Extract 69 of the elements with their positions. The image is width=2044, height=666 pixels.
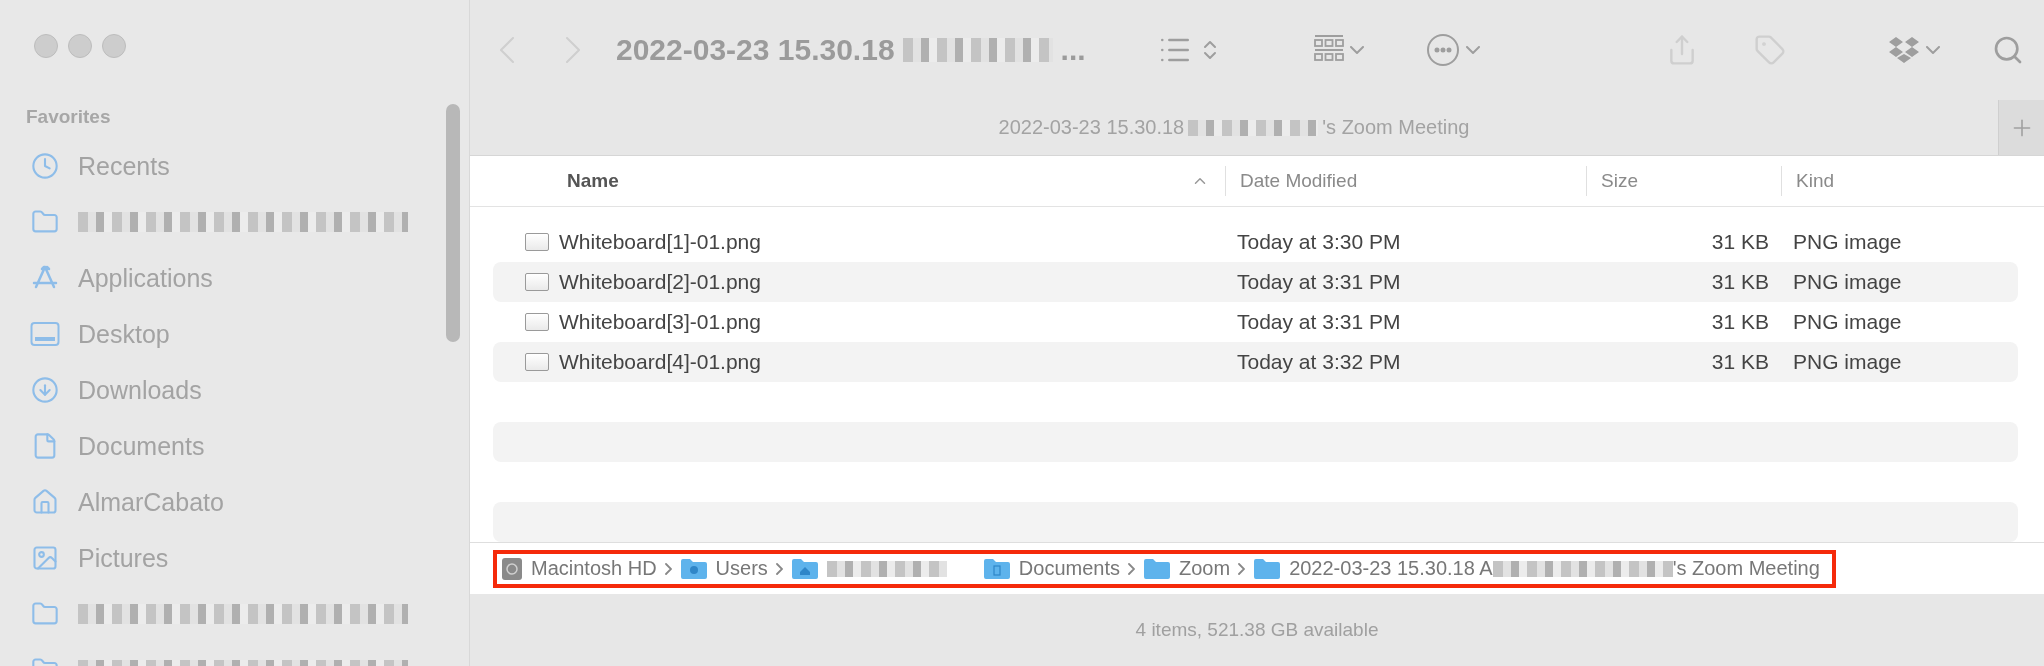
file-icon — [525, 313, 549, 331]
path-item[interactable]: 's Zoom Meeting — [1672, 557, 1820, 580]
chevron-icon — [1128, 562, 1135, 575]
folder-icon — [982, 557, 1011, 580]
scrollbar[interactable] — [446, 104, 460, 342]
caret-icon — [1465, 46, 1480, 54]
path-item[interactable]: Macintosh HD — [531, 557, 657, 580]
minimize-button[interactable] — [68, 34, 92, 58]
size-cell-text: 31 KB — [1710, 310, 1770, 334]
path-item[interactable]: Users — [715, 557, 768, 580]
kind-cell-text: PNG image — [1792, 270, 1903, 294]
file-name[interactable]: Whiteboard[2]-01.png — [559, 270, 761, 294]
date-cell-text: Today at 3:31 PM — [1236, 270, 1402, 294]
chevron-icon — [664, 562, 672, 575]
search-icon — [1992, 34, 2024, 66]
date-cell-text: Today at 3:31 PM — [1236, 310, 1402, 334]
sidebar-heading: Favorites — [26, 106, 112, 128]
chevron-icon — [1238, 562, 1246, 575]
column-title: Name — [567, 170, 619, 192]
house-icon — [31, 488, 59, 516]
size-cell-text: 31 KB — [1710, 230, 1770, 254]
file-name[interactable]: Whiteboard[1]-01.png — [559, 230, 761, 254]
size-cell-text: 31 KB — [1710, 270, 1770, 294]
caret-icon — [1926, 46, 1940, 54]
folder-icon — [790, 557, 819, 580]
kind-cell-text: PNG image — [1792, 310, 1903, 334]
clock-icon — [31, 152, 59, 180]
desktop-icon — [30, 321, 60, 347]
file-name[interactable]: Whiteboard[3]-01.png — [559, 310, 761, 334]
path-item[interactable]: Documents — [1018, 557, 1120, 580]
date-cell-text: Today at 3:32 PM — [1236, 350, 1402, 374]
file-icon — [525, 273, 549, 291]
column-title: Date Modified — [1240, 170, 1358, 192]
kind-cell-text: PNG image — [1792, 350, 1903, 374]
column-header[interactable]: Name — [493, 166, 1225, 196]
zoom-button[interactable] — [102, 34, 126, 58]
column-title: Kind — [1796, 170, 1835, 192]
window-title: 2022-03-23 15.30.18 — [616, 33, 895, 67]
column-header[interactable]: Size — [1586, 166, 1781, 196]
window-title: ... — [1060, 33, 1086, 67]
size-cell-text: 31 KB — [1710, 350, 1770, 374]
download-icon — [31, 376, 59, 404]
folder-icon — [1253, 557, 1282, 580]
path-item[interactable]: Zoom — [1179, 557, 1231, 580]
picture-icon — [31, 544, 59, 572]
chevron-icon — [775, 562, 783, 575]
date-cell-text: Today at 3:30 PM — [1236, 230, 1402, 254]
chevron-right-icon — [566, 37, 580, 63]
path-item[interactable]: 2022-03-23 15.30.18 A — [1289, 557, 1493, 580]
status-text: 4 items, 521.38 GB available — [470, 594, 2044, 666]
file-name[interactable]: Whiteboard[4]-01.png — [559, 350, 761, 374]
ellipsis-icon — [1425, 33, 1460, 67]
caret-icon — [1349, 46, 1364, 54]
column-title: Size — [1601, 170, 1638, 192]
kind-cell-text: PNG image — [1792, 230, 1903, 254]
column-header[interactable]: Date Modified — [1225, 166, 1586, 196]
folder-icon — [679, 557, 708, 580]
more-button[interactable] — [1425, 33, 1480, 67]
tag-icon — [1754, 34, 1786, 66]
column-header[interactable]: Kind — [1781, 166, 2018, 196]
search-button[interactable] — [1992, 34, 2024, 66]
folder-icon — [1143, 557, 1171, 580]
dropbox-button[interactable] — [1888, 36, 1940, 64]
dropbox-icon — [1888, 36, 1920, 64]
file-icon — [525, 233, 549, 251]
close-button[interactable] — [34, 34, 58, 58]
file-icon — [525, 353, 549, 371]
chevron-left-icon — [500, 37, 514, 63]
new-tab-button[interactable] — [1998, 100, 2044, 155]
